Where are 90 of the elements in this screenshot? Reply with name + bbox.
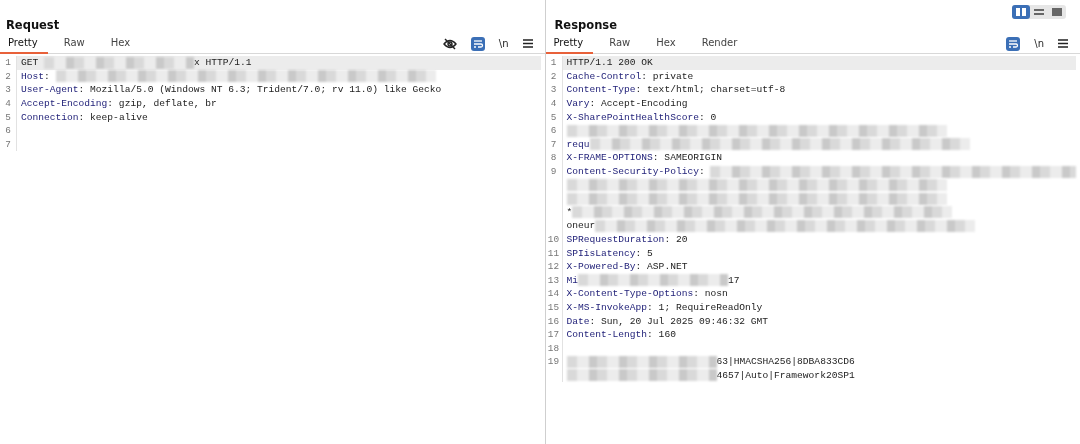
line-number: 1 — [5, 57, 11, 69]
code-text: 4657|Auto|Framework20SP1 — [716, 369, 855, 381]
panel-title: Response — [554, 18, 618, 32]
header-name: X-Content-Type-Options — [566, 288, 694, 300]
header-name: Host — [21, 70, 45, 82]
code-text: : 20 — [664, 234, 688, 245]
line-number: 11 — [547, 247, 560, 259]
tab[interactable]: Hex — [648, 33, 686, 54]
header-name: Mi — [566, 274, 578, 286]
line-number: 14 — [547, 288, 560, 300]
header-name: requ — [566, 138, 590, 150]
line-number: 8 — [550, 152, 557, 164]
header-name: X-FRAME-OPTIONS — [566, 152, 653, 164]
header-name: X-Powered-By — [566, 261, 636, 273]
columns-icon — [1015, 7, 1027, 17]
header-name: Content-Type — [566, 84, 636, 96]
wrap-toggle-icon[interactable] — [470, 36, 485, 51]
line-number: 17 — [547, 329, 560, 341]
header-name: SPRequestDuration — [566, 234, 665, 245]
tab[interactable]: Raw — [55, 33, 95, 54]
code-text: : nosn — [693, 288, 728, 300]
code-text: : text/html; charset=utf-8 — [635, 84, 786, 96]
line-number: 10 — [547, 234, 560, 245]
eye-slash-icon[interactable] — [442, 37, 457, 50]
code-text: : Accept-Encoding — [589, 98, 688, 110]
tab[interactable]: Hex — [102, 33, 141, 54]
line-number: 7 — [5, 138, 11, 150]
code-text: : — [698, 166, 706, 178]
header-name: Date — [566, 315, 590, 327]
code-text: x HTTP/1.1 — [194, 57, 252, 69]
line-number: 3 — [5, 84, 11, 96]
code-text: : 1; RequireReadOnly — [647, 302, 763, 313]
code-text: 17 — [728, 274, 740, 286]
code-text: : 160 — [647, 329, 676, 341]
line-number: 19 — [547, 356, 560, 368]
single-pane-icon — [1051, 7, 1063, 17]
tab[interactable]: Raw — [601, 33, 641, 54]
newline-toggle[interactable]: \n — [498, 38, 509, 49]
tab[interactable]: Pretty — [545, 33, 594, 54]
code-text: : — [44, 70, 51, 82]
header-name: Cache-Control — [566, 70, 642, 82]
line-number: 18 — [547, 342, 560, 354]
header-name: Content-Security-Policy — [566, 166, 699, 178]
line-number: 13 — [547, 274, 560, 286]
code-text: : Mozilla/5.0 (Windows NT 6.3; Trident/7.0; rv 11.0) like Gecko — [78, 84, 442, 96]
line-number: 2 — [550, 70, 557, 82]
header-name: SPIisLatency — [566, 247, 636, 259]
menu-icon[interactable] — [1058, 39, 1068, 48]
rows-icon — [1033, 7, 1045, 17]
code-text: : 5 — [635, 247, 653, 259]
code-text: : SAMEORIGIN — [652, 152, 722, 164]
code-text: HTTP/1.1 200 OK — [566, 57, 653, 69]
code-text: : 0 — [698, 111, 717, 123]
header-name: Vary — [566, 98, 590, 110]
line-number: 12 — [547, 261, 560, 273]
code-text: : gzip, deflate, br — [107, 98, 217, 110]
line-number: 1 — [550, 57, 557, 69]
code-text: : Sun, 20 Jul 2025 09:46:32 GMT — [589, 315, 768, 327]
line-number: 6 — [5, 125, 11, 137]
tab[interactable]: Pretty — [0, 33, 48, 54]
header-name: User-Agent — [21, 84, 79, 96]
code-text: 63|HMACSHA256|8DBA833CD6 — [716, 356, 855, 368]
tab[interactable]: Render — [693, 33, 748, 54]
header-name: Accept-Encoding — [21, 98, 108, 110]
line-number: 5 — [550, 111, 557, 123]
newline-toggle[interactable]: \n — [1034, 38, 1044, 49]
code-text: GET — [21, 57, 40, 69]
header-name: X-SharePointHealthScore — [566, 111, 699, 123]
line-number: 5 — [5, 111, 11, 123]
panel-title: Request — [6, 18, 61, 32]
header-name: Content-Length — [566, 329, 648, 341]
code-text: : keep-alive — [78, 111, 148, 123]
line-number: 16 — [547, 315, 560, 327]
header-name: Connection — [21, 111, 79, 123]
line-number: 2 — [5, 70, 11, 82]
line-number: 4 — [550, 98, 557, 110]
menu-icon[interactable] — [522, 39, 533, 48]
header-name: X-MS-InvokeApp — [566, 302, 648, 313]
wrap-toggle-icon[interactable] — [1006, 36, 1021, 51]
line-number: 6 — [550, 125, 557, 137]
line-number: 4 — [5, 98, 11, 110]
layout-toggle[interactable] — [1012, 5, 1030, 19]
code-text: * — [566, 206, 573, 218]
line-number: 9 — [550, 166, 557, 178]
code-text: : private — [641, 70, 694, 82]
line-number: 15 — [547, 302, 560, 313]
line-number: 3 — [550, 84, 557, 96]
line-number: 7 — [550, 138, 557, 150]
code-text: : ASP.NET — [635, 261, 688, 273]
code-text: oneur — [566, 220, 596, 232]
